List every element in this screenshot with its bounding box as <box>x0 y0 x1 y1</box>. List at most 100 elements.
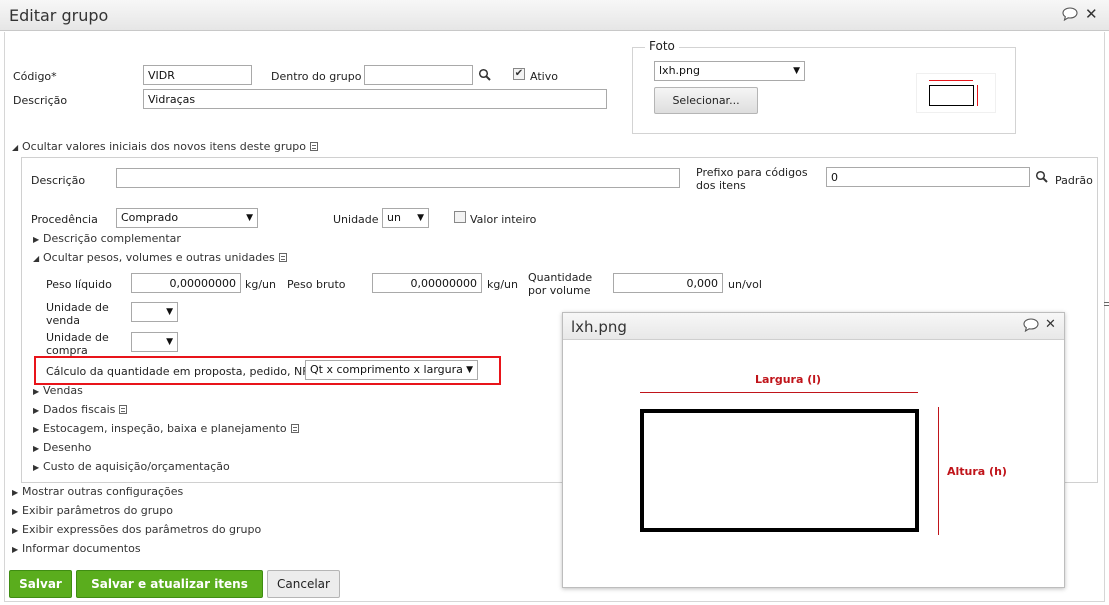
iv-descricao-label: Descrição <box>31 174 86 187</box>
procedencia-value: Comprado <box>121 211 179 224</box>
ativo-label: Ativo <box>530 70 558 83</box>
section-vendas-label: Vendas <box>43 384 83 397</box>
triangle-right-icon: ▶ <box>33 444 40 453</box>
qtd-volume-input[interactable] <box>613 273 723 293</box>
chevron-down-icon: ▼ <box>466 365 473 375</box>
descricao-label: Descrição <box>13 94 68 107</box>
save-update-button[interactable]: Salvar e atualizar itens <box>76 570 263 598</box>
qtd-volume-label-line2: por volume <box>528 284 591 297</box>
peso-liquido-unit: kg/un <box>245 278 277 291</box>
unidade-value: un <box>387 211 401 224</box>
dentro-do-grupo-input[interactable] <box>364 65 473 85</box>
foto-thumbnail <box>916 73 996 113</box>
descricao-input[interactable] <box>143 89 607 109</box>
triangle-right-icon: ▶ <box>12 488 19 497</box>
unidade-venda-select[interactable]: ▼ <box>131 302 178 322</box>
unidade-venda-label-line1: Unidade de <box>46 301 109 314</box>
prefixo-input[interactable] <box>826 167 1030 187</box>
chat-icon[interactable] <box>1062 7 1078 24</box>
prefixo-label-line1: Prefixo para códigos <box>696 166 808 179</box>
section-desenho[interactable]: ▶ Desenho <box>33 441 91 455</box>
triangle-right-icon: ▶ <box>12 545 19 554</box>
preview-title: lxh.png <box>571 318 627 336</box>
peso-liquido-input[interactable] <box>131 273 241 293</box>
calculo-value: Qt x comprimento x largura <box>310 363 463 376</box>
calculo-select[interactable]: Qt x comprimento x largura ▼ <box>305 360 478 380</box>
search-icon[interactable] <box>1035 170 1049 184</box>
close-icon[interactable]: ✕ <box>1085 5 1098 23</box>
triangle-right-icon: ▶ <box>33 406 40 415</box>
section-custo[interactable]: ▶ Custo de aquisição/orçamentação <box>33 460 230 474</box>
outer-informar-documentos[interactable]: ▶ Informar documentos <box>12 542 141 556</box>
triangle-down-icon: ◢ <box>33 254 40 263</box>
preview-height-line <box>938 407 939 535</box>
section-custo-label: Custo de aquisição/orçamentação <box>43 460 230 473</box>
preview-width-label: Largura (l) <box>755 373 822 386</box>
iv-descricao-input[interactable] <box>116 168 680 188</box>
search-icon[interactable] <box>478 68 492 82</box>
codigo-input[interactable] <box>143 65 252 85</box>
preview-width-line <box>640 392 918 393</box>
procedencia-select[interactable]: Comprado ▼ <box>116 208 258 228</box>
qtd-volume-label-line1: Quantidade <box>528 271 593 284</box>
peso-bruto-unit: kg/un <box>487 278 519 291</box>
outer-exibir-parametros-label: Exibir parâmetros do grupo <box>22 504 173 517</box>
calculo-label: Cálculo da quantidade em proposta, pedid… <box>46 365 309 378</box>
triangle-right-icon: ▶ <box>12 507 19 516</box>
chevron-down-icon: ▼ <box>166 337 173 347</box>
triangle-right-icon: ▶ <box>33 425 40 434</box>
peso-bruto-input[interactable] <box>372 273 482 293</box>
preview-height-label: Altura (h) <box>947 465 1007 478</box>
codigo-label: Código* <box>13 70 57 83</box>
chat-icon[interactable] <box>1023 318 1039 335</box>
section-estocagem-label: Estocagem, inspeção, baixa e planejament… <box>43 422 287 435</box>
cancel-button[interactable]: Cancelar <box>267 570 340 598</box>
peso-liquido-label: Peso líquido <box>46 278 112 291</box>
window-title: Editar grupo <box>9 6 109 25</box>
valor-inteiro-checkbox[interactable] <box>454 211 466 223</box>
descricao-complementar-toggle[interactable]: ▶ Descrição complementar <box>33 232 181 246</box>
ocultar-pesos-label: Ocultar pesos, volumes e outras unidades <box>43 251 275 264</box>
close-icon[interactable]: ✕ <box>1045 317 1056 332</box>
preview-title-bar: lxh.png ✕ <box>563 313 1064 340</box>
section-estocagem[interactable]: ▶ Estocagem, inspeção, baixa e planejamen… <box>33 422 299 436</box>
chevron-down-icon: ▼ <box>166 307 173 317</box>
triangle-down-icon: ◢ <box>12 143 19 152</box>
unidade-venda-label-line2: venda <box>46 314 80 327</box>
section-dados-fiscais-label: Dados fiscais <box>43 403 116 416</box>
list-icon <box>278 253 287 262</box>
section-desenho-label: Desenho <box>43 441 92 454</box>
descricao-complementar-label: Descrição complementar <box>43 232 181 245</box>
list-icon <box>290 424 299 433</box>
outer-exibir-expressoes[interactable]: ▶ Exibir expressões dos parâmetros do gru… <box>12 523 261 537</box>
image-preview-window: lxh.png ✕ Largura (l) Altura (h) <box>562 312 1065 588</box>
prefixo-label-line2: dos itens <box>696 179 746 192</box>
unidade-select[interactable]: un ▼ <box>382 208 429 228</box>
outer-mostrar-configuracoes[interactable]: ▶ Mostrar outras configurações <box>12 485 183 499</box>
chevron-down-icon: ▼ <box>246 213 253 223</box>
chevron-down-icon: ▼ <box>793 66 800 76</box>
save-button[interactable]: Salvar <box>9 570 72 598</box>
triangle-right-icon: ▶ <box>12 526 19 535</box>
ativo-checkbox[interactable]: ✔ <box>513 68 525 80</box>
foto-file-select[interactable]: lxh.png ▼ <box>654 61 805 81</box>
outer-mostrar-configuracoes-label: Mostrar outras configurações <box>22 485 184 498</box>
list-icon <box>310 142 319 151</box>
ocultar-pesos-toggle[interactable]: ◢ Ocultar pesos, volumes e outras unidade… <box>33 251 287 265</box>
chevron-down-icon: ▼ <box>417 213 424 223</box>
unidade-compra-label-line1: Unidade de <box>46 331 109 344</box>
outer-exibir-parametros[interactable]: ▶ Exibir parâmetros do grupo <box>12 504 173 518</box>
triangle-right-icon: ▶ <box>33 235 40 244</box>
section-dados-fiscais[interactable]: ▶ Dados fiscais <box>33 403 128 417</box>
thumbnail-rectangle <box>929 85 974 106</box>
section-vendas[interactable]: ▶ Vendas <box>33 384 83 398</box>
ocultar-valores-toggle[interactable]: ◢ Ocultar valores iniciais dos novos iten… <box>12 140 319 154</box>
foto-file-value: lxh.png <box>659 64 700 77</box>
procedencia-label: Procedência <box>31 213 98 226</box>
qtd-volume-unit: un/vol <box>728 278 762 291</box>
selecionar-button[interactable]: Selecionar... <box>654 87 758 114</box>
triangle-right-icon: ▶ <box>33 387 40 396</box>
outer-exibir-expressoes-label: Exibir expressões dos parâmetros do grup… <box>22 523 262 536</box>
unidade-compra-select[interactable]: ▼ <box>131 332 178 352</box>
thumbnail-height-mark <box>977 85 978 106</box>
